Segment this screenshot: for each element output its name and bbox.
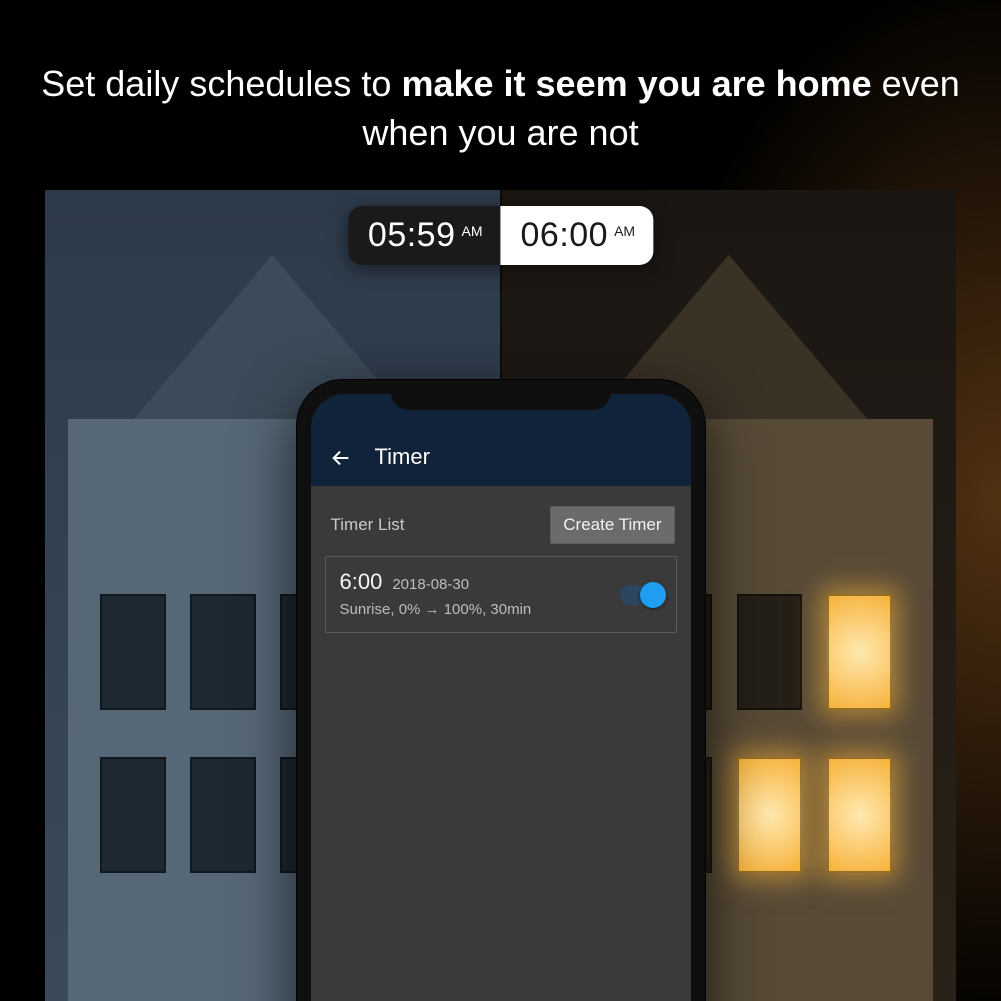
- phone-screen: Timer Timer List Create Timer 6:00 2018-…: [311, 394, 691, 1001]
- timer-item[interactable]: 6:00 2018-08-30 Sunrise, 0% → 100%, 30mi…: [325, 556, 677, 633]
- promo-canvas: Set daily schedules to make it seem you …: [0, 0, 1001, 1001]
- time-before-value: 05:59: [368, 216, 456, 255]
- timer-description: Sunrise, 0% → 100%, 30min: [340, 601, 662, 618]
- arrow-left-icon: [330, 447, 352, 469]
- time-before: 05:59 AM: [348, 206, 501, 265]
- time-after: 06:00 AM: [501, 206, 654, 265]
- app-title: Timer: [375, 444, 430, 470]
- headline-bold: make it seem you are home: [401, 63, 871, 104]
- time-after-ampm: AM: [614, 223, 635, 239]
- timer-time: 6:00: [340, 569, 383, 595]
- time-comparison-pill: 05:59 AM 06:00 AM: [348, 206, 653, 265]
- time-before-ampm: AM: [462, 223, 483, 239]
- timer-date: 2018-08-30: [392, 576, 469, 593]
- timer-list-label: Timer List: [331, 515, 405, 535]
- app-body: Timer List Create Timer 6:00 2018-08-30 …: [311, 486, 691, 633]
- back-button[interactable]: [329, 446, 353, 470]
- timer-toggle[interactable]: [620, 585, 664, 605]
- toggle-knob: [640, 582, 666, 608]
- create-timer-button[interactable]: Create Timer: [550, 506, 674, 544]
- timer-list-header: Timer List Create Timer: [325, 500, 677, 556]
- headline-prefix: Set daily schedules to: [41, 63, 401, 104]
- phone-mockup: Timer Timer List Create Timer 6:00 2018-…: [297, 380, 705, 1001]
- time-after-value: 06:00: [521, 216, 609, 255]
- headline: Set daily schedules to make it seem you …: [0, 60, 1001, 157]
- phone-notch: [390, 380, 610, 410]
